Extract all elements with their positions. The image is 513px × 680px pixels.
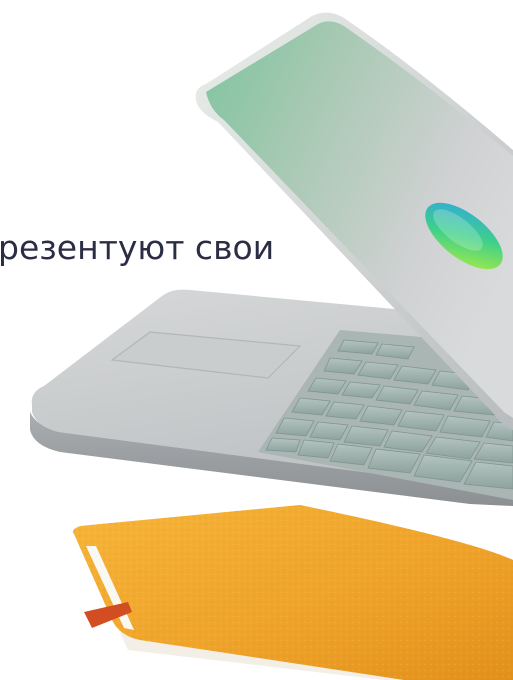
laptop-notebook-illustration xyxy=(30,12,513,680)
hero-banner: резентуют свои xyxy=(0,0,513,680)
notebook-graphic xyxy=(72,505,513,680)
